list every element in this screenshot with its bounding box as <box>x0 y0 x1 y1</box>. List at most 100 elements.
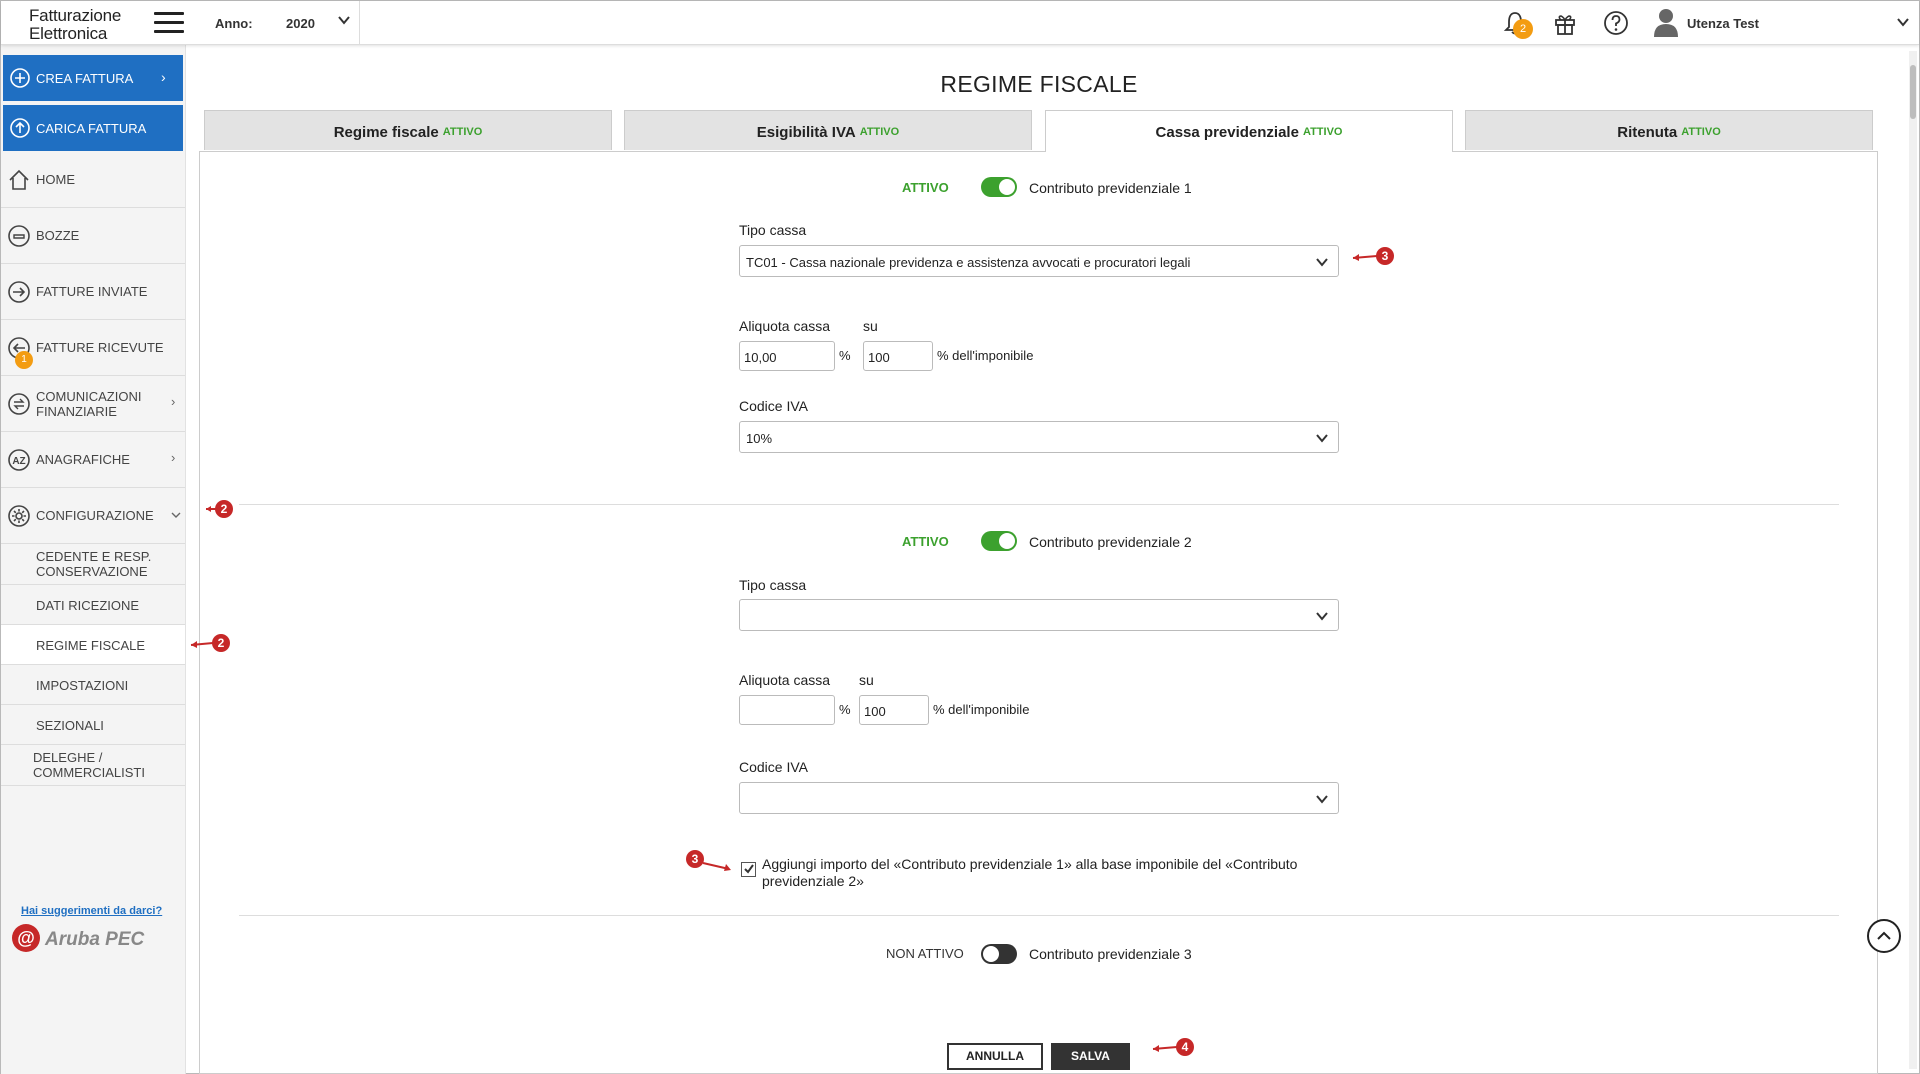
sidebar-item-label: BOZZE <box>36 228 80 243</box>
logo-line-2: Elettronica <box>29 24 108 43</box>
suggestions-link[interactable]: Hai suggerimenti da darci? <box>21 905 162 917</box>
user-name[interactable]: Utenza Test <box>1687 16 1759 31</box>
annotation-marker-2: 2 <box>190 634 230 652</box>
add-to-base-checkbox[interactable] <box>741 862 756 877</box>
label-line-1: CEDENTE E RESP. <box>36 549 152 564</box>
chevron-right-icon: › <box>171 394 176 409</box>
sidebar-item-home[interactable]: HOME <box>1 152 185 208</box>
hamburger-menu-icon[interactable] <box>154 11 184 35</box>
contributo-3-name: Contributo previdenziale 3 <box>1029 946 1192 962</box>
contributo-3-toggle[interactable] <box>981 944 1017 964</box>
su-input-1[interactable]: 100 <box>863 341 933 371</box>
sent-icon <box>8 281 30 303</box>
annotation-marker-2: 2 <box>206 500 233 518</box>
annulla-button[interactable]: ANNULLA <box>947 1043 1043 1070</box>
page-title: REGIME FISCALE <box>940 71 1138 97</box>
tipo-cassa-select-1[interactable]: TC01 - Cassa nazionale previdenza e assi… <box>739 245 1339 277</box>
tab-label: Ritenuta <box>1617 124 1678 141</box>
sidebar-item-anagrafiche[interactable]: AZ ANAGRAFICHE › <box>1 432 185 488</box>
label-line-2: FINANZIARIE <box>36 404 117 419</box>
salva-button[interactable]: SALVA <box>1051 1043 1130 1070</box>
annotation-marker-3: 3 <box>1352 247 1394 265</box>
plus-circle-icon <box>10 68 30 88</box>
carica-fattura-label: CARICA FATTURA <box>36 121 147 136</box>
sidebar-subitem-dati-ricezione[interactable]: DATI RICEZIONE <box>1 585 185 625</box>
upload-circle-icon <box>10 118 30 138</box>
chevron-right-icon: › <box>161 69 166 85</box>
select-value: TC01 - Cassa nazionale previdenza e assi… <box>746 255 1191 270</box>
sidebar-subitem-deleghe[interactable]: DELEGHE / COMMERCIALISTI <box>1 745 185 786</box>
su-input-2[interactable]: 100 <box>859 695 929 725</box>
scroll-to-top-button[interactable] <box>1867 919 1901 953</box>
label-line-1: COMUNICAZIONI <box>36 389 142 404</box>
codice-iva-select-2[interactable] <box>739 782 1339 814</box>
subitem-label: CEDENTE E RESP. CONSERVAZIONE <box>36 549 151 579</box>
su-label: su <box>863 318 878 334</box>
percent-symbol: % <box>839 348 851 363</box>
chevron-down-icon[interactable] <box>336 12 352 28</box>
imponibile-label: % dell'imponibile <box>933 702 1030 717</box>
label-line-2: CONSERVAZIONE <box>36 564 148 579</box>
contributo-2-status: ATTIVO <box>902 534 949 549</box>
tab-ritenuta[interactable]: Ritenuta ATTIVO <box>1465 110 1873 150</box>
gift-icon[interactable] <box>1551 9 1579 37</box>
tab-status: ATTIVO <box>1302 126 1343 138</box>
crea-fattura-button[interactable]: CREA FATTURA › <box>3 55 183 101</box>
notifications-badge: 2 <box>1513 19 1533 39</box>
sidebar-item-configurazione[interactable]: CONFIGURAZIONE <box>1 488 185 544</box>
toggle-knob <box>999 179 1015 195</box>
svg-text:@: @ <box>17 928 35 948</box>
sidebar-item-comunicazioni[interactable]: COMUNICAZIONI FINANZIARIE › <box>1 376 185 432</box>
top-bar: Fatturazione Elettronica Anno: 2020 2 Ut… <box>1 1 1919 45</box>
tab-regime-fiscale[interactable]: Regime fiscale ATTIVO <box>204 110 612 150</box>
gear-icon <box>8 505 30 527</box>
annotation-number: 2 <box>218 636 225 650</box>
contributo-1-status: ATTIVO <box>902 180 949 195</box>
chevron-down-icon <box>1316 258 1328 267</box>
section-divider <box>239 915 1839 916</box>
contributo-2-name: Contributo previdenziale 2 <box>1029 534 1192 550</box>
subitem-label: DELEGHE / COMMERCIALISTI <box>33 750 145 780</box>
avatar[interactable] <box>1652 7 1680 37</box>
annotation-marker-3: 3 <box>686 850 731 871</box>
tab-cassa-previdenziale[interactable]: Cassa previdenziale ATTIVO <box>1045 110 1453 152</box>
tipo-cassa-select-2[interactable] <box>739 599 1339 631</box>
subitem-label: IMPOSTAZIONI <box>36 678 129 693</box>
svg-text:Aruba PEC: Aruba PEC <box>44 929 145 950</box>
carica-fattura-button[interactable]: CARICA FATTURA <box>3 105 183 151</box>
sidebar-item-label: FATTURE INVIATE <box>36 284 148 299</box>
tipo-cassa-label: Tipo cassa <box>739 222 807 238</box>
annotation-number: 3 <box>692 852 699 866</box>
aliquota-input-1[interactable]: 10,00 <box>739 341 835 371</box>
contributo-2-toggle[interactable] <box>981 531 1017 551</box>
chevron-down-icon[interactable] <box>1895 14 1911 30</box>
aliquota-input-2[interactable] <box>739 695 835 725</box>
sidebar-item-label: ANAGRAFICHE <box>36 452 130 467</box>
sidebar: CREA FATTURA › CARICA FATTURA HOME BOZZE… <box>1 45 186 1074</box>
sidebar-subitem-regime-fiscale[interactable]: REGIME FISCALE <box>1 625 185 665</box>
logo-line-1: Fatturazione <box>29 6 122 25</box>
sidebar-item-label: HOME <box>36 172 75 187</box>
help-icon[interactable] <box>1602 9 1630 37</box>
tab-label: Regime fiscale <box>333 124 439 141</box>
sidebar-subitem-sezionali[interactable]: SEZIONALI <box>1 705 185 745</box>
sidebar-item-fatture-inviate[interactable]: FATTURE INVIATE <box>1 264 185 320</box>
scrollbar-thumb[interactable] <box>1910 65 1916 119</box>
tab-status: ATTIVO <box>859 126 900 138</box>
chevron-up-icon <box>1877 931 1891 940</box>
app-logo[interactable]: Fatturazione Elettronica <box>29 7 121 43</box>
codice-iva-label: Codice IVA <box>739 759 808 775</box>
codice-iva-select-1[interactable]: 10% <box>739 421 1339 453</box>
label-line-1: Aggiungi importo del «Contributo previde… <box>762 856 1298 872</box>
chevron-down-icon <box>1316 434 1328 443</box>
vertical-scrollbar[interactable] <box>1909 51 1917 1069</box>
sidebar-item-bozze[interactable]: BOZZE <box>1 208 185 264</box>
sidebar-subitem-cedente[interactable]: CEDENTE E RESP. CONSERVAZIONE <box>1 544 185 585</box>
sidebar-subitem-impostazioni[interactable]: IMPOSTAZIONI <box>1 665 185 705</box>
add-to-base-label: Aggiungi importo del «Contributo previde… <box>762 856 1342 890</box>
tab-esigibilita-iva[interactable]: Esigibilità IVA ATTIVO <box>624 110 1032 150</box>
toggle-knob <box>983 946 999 962</box>
sidebar-item-fatture-ricevute[interactable]: FATTURE RICEVUTE 1 <box>1 320 185 376</box>
year-select-value[interactable]: 2020 <box>286 16 315 31</box>
contributo-1-toggle[interactable] <box>981 177 1017 197</box>
